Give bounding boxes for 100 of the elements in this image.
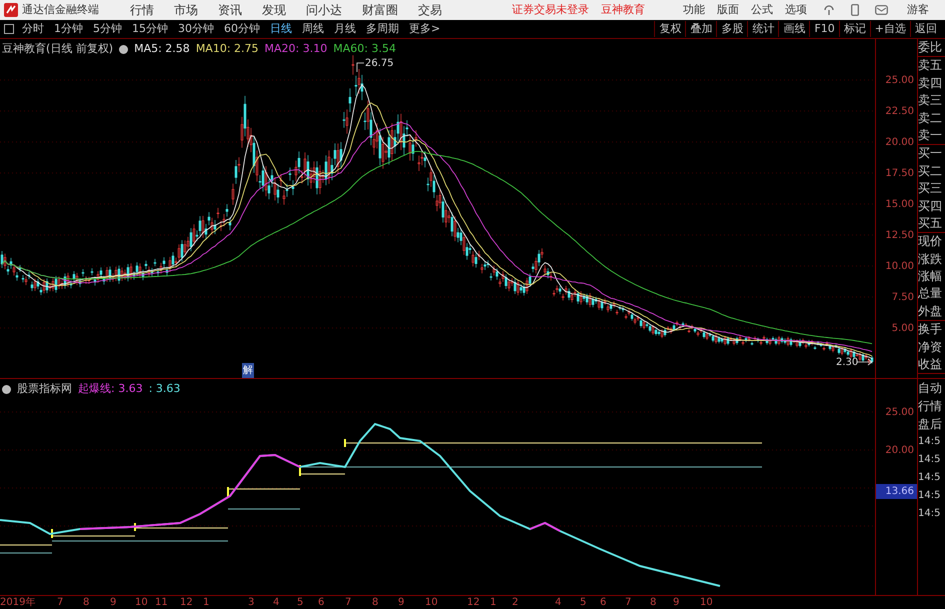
mail-icon[interactable] [875, 5, 888, 15]
period-tab[interactable]: 1分钟 [54, 20, 83, 38]
quote-field-label: 涨跌 [918, 250, 943, 268]
status-label[interactable]: 行情 [918, 397, 945, 415]
event-marker[interactable]: 解 [242, 363, 254, 378]
period-tab[interactable]: 60分钟 [224, 20, 260, 38]
date-tick-label: 1 [490, 596, 496, 609]
ma-value: MA5: 2.58 [134, 41, 190, 57]
tool-menu-item[interactable]: 版面 [717, 2, 739, 18]
date-tick-label: 2019年 [0, 596, 36, 609]
menu-item[interactable]: 行情 [130, 1, 154, 19]
indicator-value: 起爆线: 3.63 [78, 381, 143, 397]
ma-value: MA10: 2.75 [196, 41, 259, 57]
toolbar-button[interactable]: 统计 [747, 20, 778, 38]
date-tick-label: 12 [180, 596, 193, 609]
quote-field-label: 涨幅 [918, 268, 943, 286]
toolbar-button[interactable]: 多股 [716, 20, 748, 38]
period-tab[interactable]: 月线 [334, 20, 356, 38]
chart-title: 豆神教育(日线 前复权) [2, 41, 114, 57]
period-tab[interactable]: 分时 [22, 20, 44, 38]
menu-item[interactable]: 财富圈 [362, 1, 398, 19]
ma-value: MA20: 3.10 [264, 41, 328, 57]
time-label: 14:5 [918, 507, 942, 521]
date-tick-label: 7 [625, 596, 632, 609]
period-tab[interactable]: 日线 [270, 20, 292, 38]
menu-item[interactable]: 交易 [418, 1, 442, 19]
quote-field-label: 换手 [918, 321, 943, 338]
panel-toggle-icon[interactable] [4, 24, 14, 34]
quote-field-label: 总量 [918, 285, 943, 302]
toolbar-button[interactable]: 返回 [910, 20, 941, 38]
quote-field-label: 买五 [918, 214, 943, 232]
indicator-value: : 3.63 [148, 381, 180, 397]
date-tick-label: 3 [248, 596, 254, 609]
menu-item[interactable]: 发现 [262, 1, 286, 19]
period-tab[interactable]: 15分钟 [132, 20, 168, 38]
period-tab[interactable]: 30分钟 [178, 20, 214, 38]
phone-icon[interactable] [851, 4, 859, 16]
price-tick-label: 25.00 [885, 74, 914, 88]
date-tick-label: 5 [297, 596, 304, 609]
price-tick-label: 22.50 [885, 105, 914, 119]
price-tick-label: 17.50 [885, 167, 914, 181]
toolbar-button[interactable]: 标记 [838, 20, 870, 38]
notice-link[interactable]: 豆神教育 [601, 2, 645, 18]
low-pointer-icon [856, 358, 873, 366]
more-button[interactable]: 更多> [409, 20, 440, 38]
quote-field-label: 收益 [918, 356, 943, 374]
date-tick-label: 2 [512, 596, 518, 609]
price-tick-label: 12.50 [885, 229, 914, 243]
date-tick-label: 8 [83, 596, 90, 609]
date-tick-label: 9 [398, 596, 404, 609]
toolbar-button[interactable]: 叠加 [685, 20, 716, 38]
date-tick-label: 8 [372, 596, 378, 609]
time-label: 14:5 [918, 435, 942, 449]
menu-item[interactable]: 问小达 [306, 1, 342, 19]
price-tick-label: 20.00 [885, 136, 914, 150]
price-tick-label: 10.00 [885, 260, 914, 274]
quote-field-label: 净资 [918, 338, 943, 356]
date-tick-label: 8 [650, 596, 656, 609]
quote-field-label: 现价 [918, 233, 943, 250]
date-tick-label: 5 [580, 596, 586, 609]
date-tick-label: 9 [110, 596, 116, 609]
toolbar-button[interactable]: 复权 [654, 20, 686, 38]
period-tab[interactable]: 周线 [302, 20, 324, 38]
notice-link[interactable]: 证券交易未登录 [512, 2, 589, 18]
date-tick-label: 6 [318, 596, 324, 609]
time-label: 14:5 [918, 471, 942, 485]
toolbar-button[interactable]: 画线 [778, 20, 810, 38]
date-tick-label: 10 [700, 596, 713, 609]
status-label[interactable]: 盘后 [918, 415, 945, 433]
quote-field-label: 卖四 [918, 74, 943, 92]
toolbar-button[interactable]: F10 [809, 20, 839, 38]
period-tab[interactable]: 5分钟 [93, 20, 122, 38]
high-pointer-icon [356, 62, 364, 72]
user-label[interactable]: 游客 [907, 2, 929, 18]
date-tick-label: 4 [555, 596, 562, 609]
date-tick-label: 11 [155, 596, 168, 609]
date-tick-label: 7 [57, 596, 64, 609]
quote-field-label: 买四 [918, 198, 943, 215]
tool-menu-item[interactable]: 选项 [785, 2, 807, 18]
price-tick-label: 5.00 [892, 322, 914, 336]
period-tab[interactable]: 多周期 [366, 20, 399, 38]
quote-field-label: 买一 [918, 145, 943, 162]
date-tick-label: 6 [600, 596, 606, 609]
indicator-title: 股票指标网 [17, 381, 72, 397]
quote-field-label: 委比 [918, 39, 943, 56]
tool-menu-item[interactable]: 功能 [683, 2, 705, 18]
low-price-label: 2.30 [836, 356, 858, 370]
status-label[interactable]: 自动 [918, 379, 945, 397]
time-label: 14:5 [918, 489, 942, 503]
menu-item[interactable]: 资讯 [218, 1, 242, 19]
tool-menu-item[interactable]: 公式 [751, 2, 773, 18]
toolbar-button[interactable]: +自选 [870, 20, 910, 38]
date-tick-label: 10 [425, 596, 438, 609]
quote-field-label: 外盘 [918, 302, 943, 320]
date-tick-label: 12 [467, 596, 480, 609]
quote-field-label: 卖三 [918, 92, 943, 110]
indicator-tick-label: 20.00 [885, 444, 914, 458]
menu-item[interactable]: 市场 [174, 1, 198, 19]
price-tick-label: 7.50 [892, 291, 914, 305]
app-title: 通达信金融终端 [22, 2, 100, 18]
